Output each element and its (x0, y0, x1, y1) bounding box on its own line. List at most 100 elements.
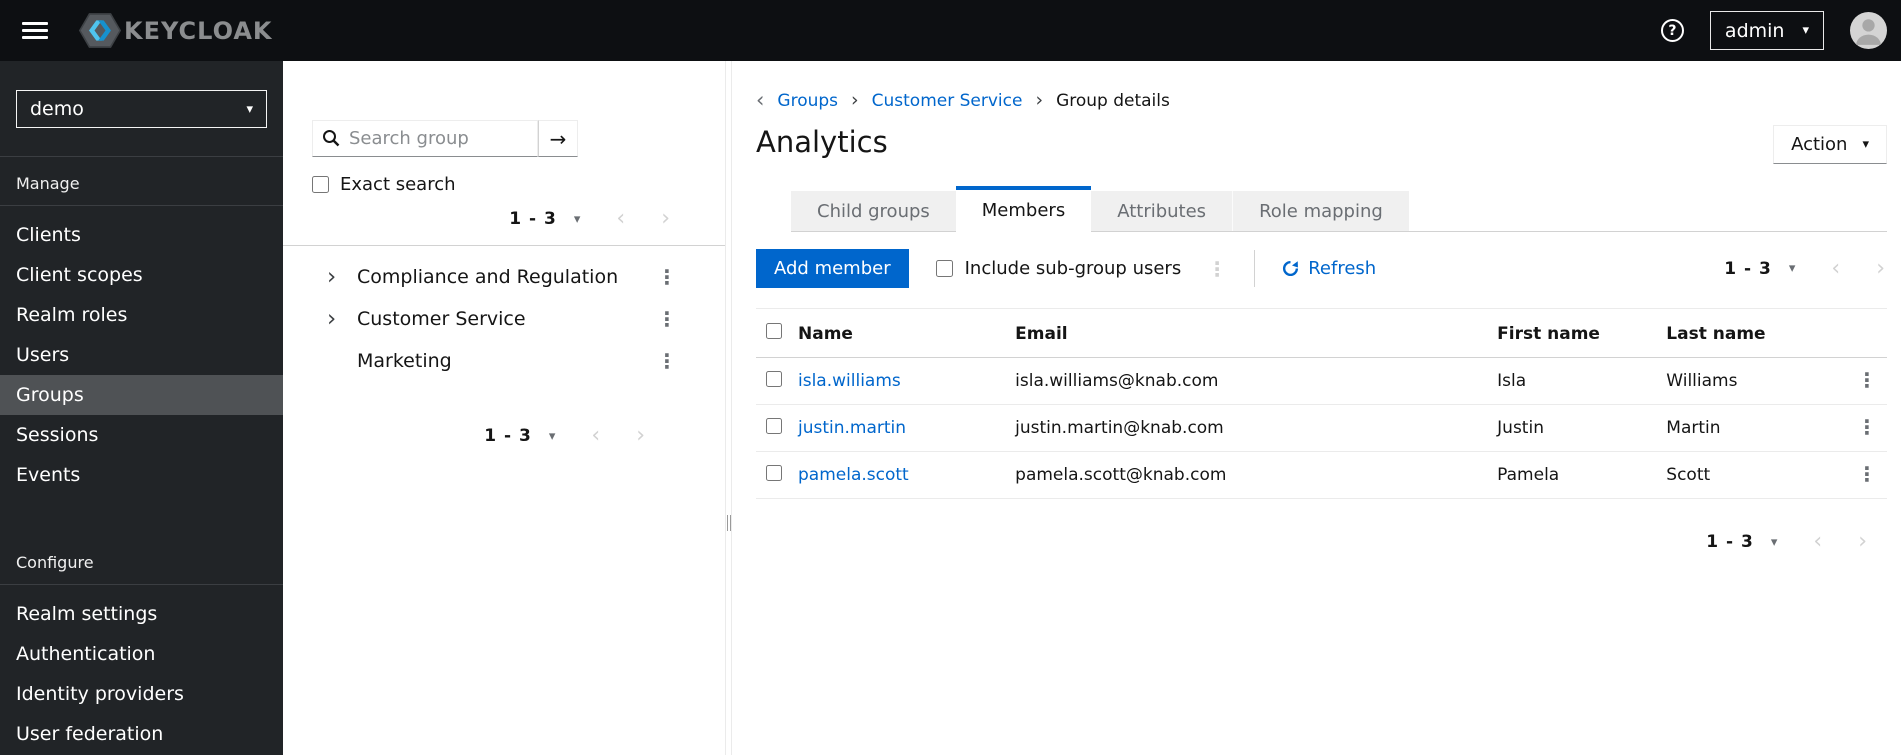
member-email: justin.martin@knab.com (1007, 404, 1490, 452)
breadcrumb-current: Group details (1056, 90, 1170, 111)
chevron-down-icon[interactable]: ▾ (549, 429, 556, 444)
group-details-main: ‹ Groups › Customer Service › Group deta… (732, 61, 1901, 755)
avatar[interactable] (1850, 12, 1887, 49)
member-first-name: Pamela (1489, 451, 1659, 499)
sidebar-item-authentication[interactable]: Authentication (0, 634, 283, 674)
tab-role-mapping[interactable]: Role mapping (1232, 191, 1409, 231)
chevron-down-icon[interactable]: ▾ (574, 212, 581, 227)
row-checkbox[interactable] (766, 464, 782, 481)
pagination-range: 1 - 3 (484, 426, 532, 446)
column-header-last-name[interactable]: Last name (1658, 308, 1848, 358)
row-checkbox[interactable] (766, 417, 782, 434)
previous-page-icon[interactable]: ‹ (1813, 531, 1822, 553)
chevron-down-icon: ▾ (1802, 23, 1809, 38)
column-header-name[interactable]: Name (790, 308, 1008, 358)
table-row: isla.williams isla.williams@knab.com Isl… (756, 357, 1887, 405)
realm-selector[interactable]: demo ▾ (16, 90, 267, 128)
next-page-icon[interactable]: › (1876, 257, 1885, 280)
expand-chevron-icon[interactable]: › (327, 265, 342, 289)
sidebar-item-users[interactable]: Users (0, 335, 283, 375)
kebab-menu-icon[interactable]: ⋮ (1857, 462, 1877, 486)
table-header-row: Name Email First name Last name (756, 308, 1887, 358)
user-dropdown[interactable]: admin ▾ (1709, 11, 1824, 50)
chevron-right-icon: › (851, 89, 859, 111)
nav-section-manage: Manage (0, 157, 283, 206)
chevron-right-icon: › (1035, 89, 1044, 111)
kebab-menu-icon[interactable]: ⋮ (1857, 415, 1877, 439)
group-tree: › Compliance and Regulation ⋮ › Customer… (283, 246, 725, 382)
member-name-link[interactable]: isla.williams (798, 371, 901, 391)
tree-pagination-top: 1 - 3 ▾ ‹ › (283, 208, 670, 230)
chevron-down-icon: ▾ (246, 101, 253, 117)
help-icon[interactable]: ? (1660, 19, 1684, 42)
expand-chevron-icon[interactable]: › (327, 307, 342, 331)
column-header-first-name[interactable]: First name (1489, 308, 1659, 358)
add-member-button[interactable]: Add member (756, 249, 909, 288)
search-icon (323, 130, 340, 147)
previous-page-icon[interactable]: ‹ (616, 208, 625, 230)
exact-search-checkbox[interactable] (312, 176, 329, 193)
next-page-icon[interactable]: › (1858, 531, 1867, 553)
previous-page-icon[interactable]: ‹ (591, 425, 600, 447)
tree-item-compliance-and-regulation: › Compliance and Regulation ⋮ (327, 263, 677, 290)
search-submit-button[interactable]: → (538, 120, 578, 157)
chevron-down-icon[interactable]: ▾ (1789, 261, 1796, 276)
members-pagination-bottom: 1 - 3 ▾ ‹ › (756, 531, 1867, 553)
sidebar-nav: demo ▾ Manage Clients Client scopes Real… (0, 61, 283, 755)
sidebar-item-identity-providers[interactable]: Identity providers (0, 674, 283, 714)
sidebar-item-groups[interactable]: Groups (0, 375, 283, 415)
row-checkbox[interactable] (766, 370, 782, 387)
breadcrumb-groups-link[interactable]: Groups (777, 91, 838, 111)
kebab-menu-icon[interactable]: ⋮ (657, 351, 677, 371)
tab-child-groups[interactable]: Child groups (791, 191, 956, 231)
member-last-name: Martin (1658, 404, 1848, 452)
members-pagination-top: 1 - 3 ▾ ‹ › (1724, 257, 1885, 280)
member-name-link[interactable]: pamela.scott (798, 465, 909, 485)
masthead: KEYCLOAK ? admin ▾ (0, 0, 1901, 61)
next-page-icon[interactable]: › (661, 208, 670, 230)
sidebar-item-user-federation[interactable]: User federation (0, 714, 283, 754)
member-name-link[interactable]: justin.martin (798, 418, 906, 438)
tree-pagination-bottom: 1 - 3 ▾ ‹ › (283, 425, 645, 447)
tab-members[interactable]: Members (955, 186, 1092, 233)
drag-grip-icon (727, 515, 731, 531)
member-last-name: Scott (1658, 451, 1848, 499)
brand-title: KEYCLOAK (124, 16, 273, 45)
column-header-email[interactable]: Email (1007, 308, 1490, 358)
kebab-menu-icon[interactable]: ⋮ (657, 267, 677, 287)
toolbar-divider (1254, 250, 1256, 287)
sidebar-item-realm-roles[interactable]: Realm roles (0, 295, 283, 335)
breadcrumb-back-icon[interactable]: ‹ (756, 90, 764, 111)
search-group-input[interactable] (312, 120, 538, 157)
pagination-range: 1 - 3 (509, 209, 557, 229)
select-all-checkbox[interactable] (766, 323, 782, 339)
hamburger-menu-icon[interactable] (22, 18, 48, 43)
breadcrumb-customer-service-link[interactable]: Customer Service (872, 91, 1023, 111)
panel-resize-handle[interactable] (725, 61, 732, 755)
previous-page-icon[interactable]: ‹ (1831, 257, 1840, 280)
kebab-menu-icon[interactable]: ⋮ (1207, 259, 1227, 279)
member-email: pamela.scott@knab.com (1007, 451, 1490, 499)
tab-attributes[interactable]: Attributes (1091, 191, 1233, 231)
member-email: isla.williams@knab.com (1007, 357, 1490, 405)
members-table: Name Email First name Last name isla.wil… (756, 308, 1887, 499)
next-page-icon[interactable]: › (636, 425, 645, 447)
refresh-icon (1283, 260, 1299, 277)
refresh-link[interactable]: Refresh (1282, 258, 1376, 279)
kebab-menu-icon[interactable]: ⋮ (657, 309, 677, 329)
include-subgroups-checkbox[interactable] (935, 260, 953, 277)
sidebar-item-clients[interactable]: Clients (0, 215, 283, 255)
pagination-range: 1 - 3 (1706, 532, 1754, 552)
sidebar-item-events[interactable]: Events (0, 455, 283, 495)
chevron-down-icon[interactable]: ▾ (1771, 535, 1778, 550)
sidebar-item-client-scopes[interactable]: Client scopes (0, 255, 283, 295)
members-toolbar: Add member Include sub-group users ⋮ Ref… (756, 249, 1887, 288)
group-tabs: Child groups Members Attributes Role map… (791, 186, 1887, 233)
sidebar-item-sessions[interactable]: Sessions (0, 415, 283, 455)
groups-tree-panel: → Exact search 1 - 3 ▾ ‹ › › Compliance … (283, 61, 725, 755)
kebab-menu-icon[interactable]: ⋮ (1857, 368, 1877, 392)
username: admin (1724, 19, 1785, 42)
action-dropdown-button[interactable]: Action ▾ (1773, 125, 1887, 164)
page-title: Analytics (756, 125, 888, 159)
sidebar-item-realm-settings[interactable]: Realm settings (0, 594, 283, 634)
